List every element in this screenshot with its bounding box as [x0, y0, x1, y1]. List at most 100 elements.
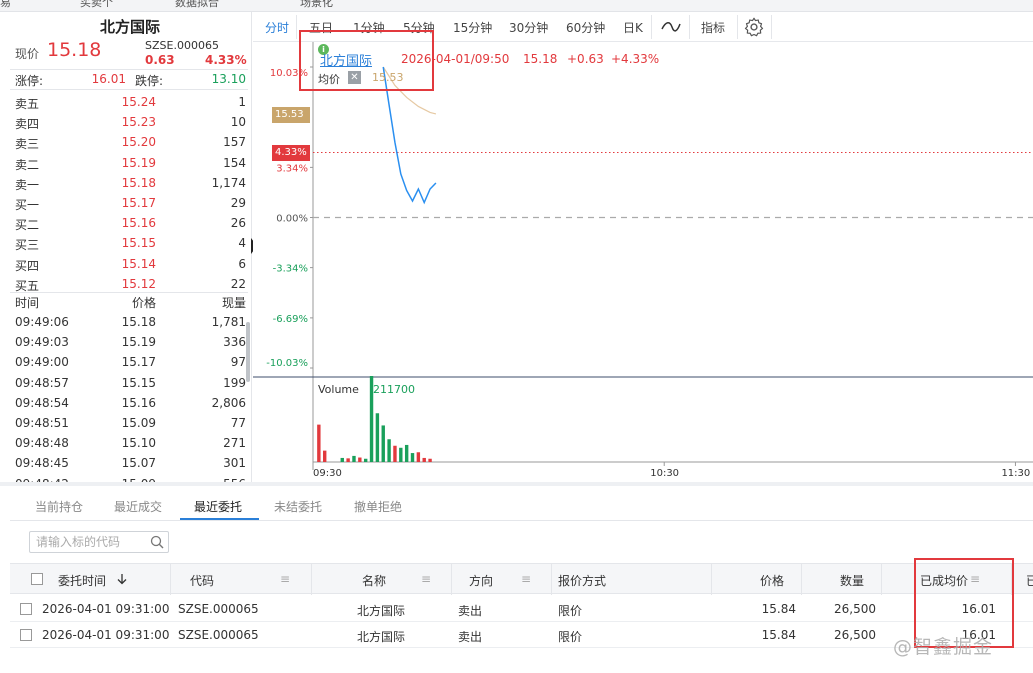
order-book-volume: 10: [230, 115, 246, 130]
order-book-level: 买二: [15, 218, 40, 233]
order-book-row[interactable]: 卖四 15.23 10: [0, 112, 250, 132]
limit-up-value: 16.01: [91, 72, 126, 86]
order-book-price: 15.19: [121, 155, 156, 170]
tick-row[interactable]: 09:48:54 15.16 2,806: [0, 393, 250, 413]
tick-row[interactable]: 09:48:48 15.10 271: [0, 433, 250, 453]
order-book-row[interactable]: 卖一 15.18 1,174: [0, 173, 250, 193]
order-book-row[interactable]: 卖五 15.24 1: [0, 92, 250, 112]
tick-list-scrollbar[interactable]: [246, 322, 250, 382]
order-book-level: 卖一: [15, 177, 40, 192]
y-tick-label: -6.69%: [273, 314, 308, 325]
tick-price: 15.18: [121, 315, 156, 329]
tab-30min[interactable]: 30分钟: [509, 19, 548, 36]
indicator-button[interactable]: 指标: [701, 19, 725, 36]
tab-cancel-reject[interactable]: 撤单拒绝: [354, 498, 402, 515]
line-chart-icon[interactable]: [661, 21, 681, 33]
legend-change: +0.63: [567, 52, 604, 66]
tab-positions[interactable]: 当前持仓: [35, 498, 83, 515]
tab-open-orders[interactable]: 未结委托: [274, 498, 322, 515]
volume-bar: [428, 458, 432, 462]
order-book-level: 买四: [15, 258, 40, 273]
orders-table-header: 委托时间 代码 ≡ 名称 ≡ 方向 ≡ 报价方式 价格 数量 已成均价 ≡ 已: [10, 563, 1033, 595]
watermark: @智鑫掘金: [893, 636, 994, 658]
limit-down-label: 跌停:: [135, 74, 164, 88]
volume-bar: [381, 425, 385, 462]
x-tick-label: 10:30: [650, 468, 679, 479]
order-book-volume: 157: [223, 135, 246, 150]
tick-time: 09:48:48: [15, 436, 69, 451]
search-icon[interactable]: [150, 535, 164, 549]
order-book-price: 15.12: [121, 276, 156, 291]
gear-icon[interactable]: [743, 16, 765, 38]
col-side[interactable]: 方向: [469, 572, 493, 589]
sort-down-icon[interactable]: [116, 573, 128, 585]
y-tick-label: 3.34%: [276, 163, 308, 174]
order-book-row[interactable]: 买二 15.16 26: [0, 213, 250, 233]
volume-value: 211700: [373, 383, 415, 396]
ticks-header-time: 时间: [15, 296, 40, 310]
top-menu-item[interactable]: 买卖个: [80, 0, 113, 10]
order-book-row[interactable]: 卖二 15.19 154: [0, 153, 250, 173]
divider: [10, 520, 1033, 521]
volume-bar: [363, 458, 368, 462]
divider: [737, 15, 738, 39]
column-separator: [801, 564, 802, 595]
tick-row[interactable]: 09:49:00 15.17 97: [0, 352, 250, 372]
row-checkbox[interactable]: [20, 603, 32, 615]
order-book-level: 卖三: [15, 137, 40, 152]
tick-row[interactable]: 09:48:51 15.09 77: [0, 413, 250, 433]
tick-row[interactable]: 09:48:57 15.15 199: [0, 373, 250, 393]
tick-row[interactable]: 09:49:03 15.19 336: [0, 332, 250, 352]
divider: [689, 15, 690, 39]
col-price-type[interactable]: 报价方式: [558, 572, 606, 589]
col-qty[interactable]: 数量: [840, 572, 864, 589]
tick-row[interactable]: 09:48:4215.09556: [0, 474, 250, 482]
tick-price: 15.10: [121, 436, 156, 451]
tab-recent-orders[interactable]: 最近委托: [194, 498, 242, 515]
order-book-row[interactable]: 买一 15.17 29: [0, 193, 250, 213]
tab-15min[interactable]: 15分钟: [453, 19, 492, 36]
order-price-type: 限价: [558, 604, 583, 618]
tick-volume: 1,781: [211, 315, 246, 329]
current-price-label: 现价: [15, 47, 40, 61]
tick-price: 15.15: [121, 375, 156, 390]
col-name[interactable]: 名称: [362, 572, 386, 589]
select-all-checkbox[interactable]: [31, 573, 43, 585]
tick-row[interactable]: 09:49:06 15.18 1,781: [0, 312, 250, 332]
column-menu-icon[interactable]: ≡: [421, 572, 431, 586]
column-menu-icon[interactable]: ≡: [521, 572, 531, 586]
volume-bar: [399, 447, 403, 462]
col-truncated[interactable]: 已: [1026, 572, 1033, 589]
search-box[interactable]: [29, 531, 169, 553]
order-book-row[interactable]: 卖三 15.20 157: [0, 132, 250, 152]
tab-60min[interactable]: 60分钟: [566, 19, 605, 36]
top-menu-item[interactable]: 场景化: [300, 0, 333, 10]
column-separator: [551, 564, 552, 595]
volume-bar: [393, 445, 397, 462]
order-row[interactable]: 2026-04-01 09:31:00 SZSE.000065 北方国际 卖出 限价 15…: [10, 622, 1033, 648]
top-menu-item[interactable]: 数据拟合: [175, 0, 219, 10]
col-code[interactable]: 代码: [190, 572, 214, 589]
search-input[interactable]: [36, 535, 151, 549]
tab-timeshare[interactable]: 分时: [265, 19, 289, 36]
order-time: 2026-04-01 09:31:00: [42, 602, 170, 616]
volume-bar: [387, 439, 391, 462]
column-menu-icon[interactable]: ≡: [280, 572, 290, 586]
row-checkbox[interactable]: [20, 629, 32, 641]
tick-volume: 77: [230, 416, 246, 430]
top-menu-item[interactable]: 易: [0, 0, 11, 10]
volume-bar: [317, 424, 321, 462]
tick-price: 15.17: [121, 355, 156, 370]
orders-panel: 当前持仓 最近成交 最近委托 未结委托 撤单拒绝 委托时间 代码 ≡ 名称 ≡ …: [0, 482, 1033, 673]
tab-daily-k[interactable]: 日K: [623, 19, 643, 36]
col-order-time[interactable]: 委托时间: [58, 572, 106, 589]
order-book-row[interactable]: 买四 15.14 6: [0, 254, 250, 274]
tab-recent-trades[interactable]: 最近成交: [114, 498, 162, 515]
col-price[interactable]: 价格: [760, 572, 784, 589]
order-row[interactable]: 2026-04-01 09:31:00 SZSE.000065 北方国际 卖出 限价 15…: [10, 596, 1033, 622]
order-time: 2026-04-01 09:31:00: [42, 628, 170, 642]
order-book-row[interactable]: 买三 15.15 4: [0, 233, 250, 253]
tick-row[interactable]: 09:48:45 15.07 301: [0, 453, 250, 473]
intraday-chart[interactable]: 10.03%3.34%0.00%-3.34%-6.69%-10.03% 09:3…: [253, 42, 1033, 482]
order-book-price: 15.18: [121, 175, 156, 190]
